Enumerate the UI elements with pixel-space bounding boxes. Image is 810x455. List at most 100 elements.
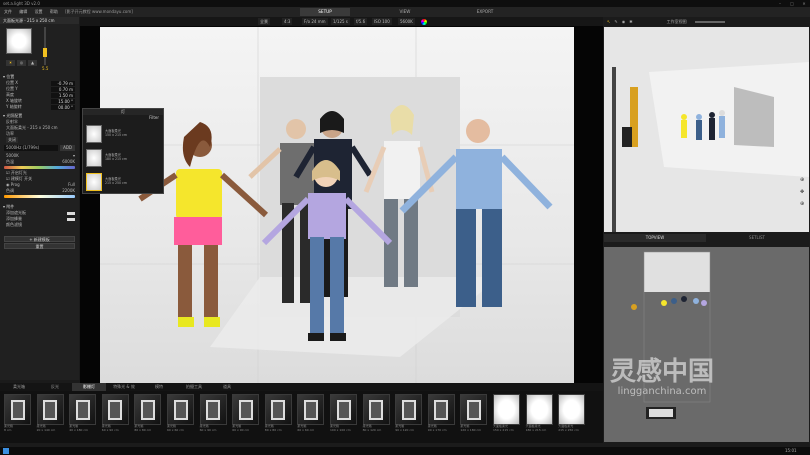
topview-panel[interactable] [604, 247, 809, 442]
studio-scene-graphic [100, 27, 574, 383]
menu-help[interactable]: 帮助 [50, 9, 58, 14]
kelvin-input[interactable]: 5000Hz (1/799s) [4, 145, 59, 151]
tab-reflector[interactable]: 反光 [38, 383, 72, 391]
bulb-icon[interactable]: ✱ [629, 19, 632, 24]
iso-select[interactable]: ISO 100 [372, 18, 392, 25]
studio-render[interactable] [100, 27, 574, 383]
windows-start-icon[interactable] [3, 448, 9, 454]
library-item[interactable]: 大面板柔光 150 x 215 cm [493, 394, 522, 432]
popup-item[interactable]: 大面板柔光 215 x 250 cm [105, 177, 127, 185]
flash-icon[interactable]: ▲ [28, 60, 37, 66]
menu-settings[interactable]: 设置 [35, 9, 43, 14]
add-button[interactable]: ADD [60, 145, 75, 151]
title-bar: set.a.light 3D v2.0 – □ ✕ [0, 0, 810, 7]
view-mode-select[interactable]: 全景 [258, 18, 270, 25]
tab-studio-light[interactable]: 影棚灯 [72, 383, 106, 391]
kelvin-range-labels: 色温 6000K [6, 159, 75, 164]
softbox-thumbnail [4, 394, 31, 425]
library-item[interactable]: 柔光箱 40 x 180 cm [69, 394, 98, 432]
library-item[interactable]: 柔光箱 90 x 170 cm [427, 394, 457, 432]
taskbar-clock: 15:01 [785, 448, 797, 453]
mode-row[interactable]: 关闭 [0, 137, 79, 143]
panel-header: 大面板光源 - 215 x 250 cm [0, 17, 79, 24]
rot-y-input[interactable]: 00.00 ° [51, 104, 75, 110]
softbox-shape [303, 400, 318, 420]
tab-topview[interactable]: TOPVIEW [604, 234, 706, 242]
camera-toolbar: 全景 4:3 F/o 24 mm 1/125 s f/5.6 ISO 100 5… [80, 17, 603, 26]
eye-icon[interactable]: ◉ [622, 19, 626, 24]
library-item[interactable]: 柔光箱 90 x 120 cm [395, 394, 424, 432]
library-item[interactable]: 柔光箱 60 x 90 cm [232, 394, 261, 432]
sun-icon[interactable]: ☀ [6, 60, 15, 66]
tab-export[interactable]: EXPORT [460, 8, 510, 16]
tab-softbox[interactable]: 柔光箱 [0, 383, 38, 391]
popup-item[interactable]: 大面板柔光 180 x 215 cm [105, 153, 127, 161]
softbox-thumb-selected[interactable] [86, 173, 102, 191]
topview-graphic [631, 251, 711, 419]
library-item[interactable]: 柔光箱 100 x 100 cm [330, 394, 359, 432]
maximize-icon[interactable]: □ [787, 0, 797, 7]
menu-edit[interactable]: 编辑 [19, 9, 27, 14]
library-item[interactable]: 大面板柔光 215 x 250 cm [558, 394, 587, 432]
color-slider[interactable] [4, 166, 75, 169]
library-item[interactable]: 柔光箱 20 x 140 cm [36, 394, 66, 432]
close-icon[interactable]: ✕ [799, 0, 809, 7]
white-balance-select[interactable]: 5600K [398, 18, 415, 25]
pan-icon[interactable]: ✥ [800, 189, 804, 195]
filter-button[interactable]: Filter [83, 115, 163, 121]
tab-special-effects[interactable]: 特殊光 & 效 [106, 383, 142, 391]
softbox-thumb[interactable] [86, 149, 102, 167]
position-y-input[interactable]: 0.70 m [51, 86, 75, 92]
library-item[interactable]: 柔光箱 80 x 80 cm [134, 394, 163, 432]
rot-x-input[interactable]: 15.00 ° [51, 98, 75, 104]
library-item[interactable]: 柔光箱 80 x 80 cm [264, 394, 294, 432]
color-wheel-icon[interactable] [421, 18, 427, 25]
brush-icon[interactable]: ✎ [614, 19, 617, 24]
power-slider-thumb[interactable] [43, 48, 47, 57]
tab-setlist[interactable]: SETLIST [706, 234, 808, 242]
aperture-select[interactable]: f/5.6 [354, 18, 368, 25]
height-input[interactable]: 1.50 m [51, 92, 75, 98]
library-item[interactable]: 柔光箱 60 x 90 cm [199, 394, 229, 432]
softbox-shape [466, 400, 481, 420]
reset-button[interactable]: 重置 [4, 243, 75, 249]
tab-props[interactable]: 道具 [212, 383, 242, 391]
focal-length-select[interactable]: F/o 24 mm [302, 18, 328, 25]
library-item[interactable]: 柔光箱 60 x 60 cm [297, 394, 326, 432]
tab-tools[interactable]: 拍摄工具 [176, 383, 212, 391]
popup-item[interactable]: 大面板柔光 150 x 215 cm [105, 129, 127, 137]
effect-c-row[interactable]: 颜色滤镜 [0, 222, 79, 228]
library-item[interactable]: 柔光箱 60 x 90 cm [101, 394, 131, 432]
minimize-icon[interactable]: – [775, 0, 785, 7]
tab-models[interactable]: 模特 [142, 383, 176, 391]
power-slider-track[interactable] [44, 27, 46, 65]
library-item[interactable]: 柔光箱 80 x 120 cm [362, 394, 392, 432]
orbit-icon[interactable]: ⊕ [800, 177, 804, 183]
tab-view[interactable]: VIEW [380, 8, 430, 16]
aspect-select[interactable]: 4:3 [282, 18, 293, 25]
library-item[interactable]: 柔光箱 60 x 60 cm [167, 394, 196, 432]
cursor-icon[interactable]: ↖ [607, 19, 610, 24]
studio-3d-view[interactable]: ⊕ ✥ ⊕ [604, 27, 809, 232]
website-label: [影子开元教程 www.mondayu.com] [65, 9, 133, 14]
menu-file[interactable]: 文件 [4, 9, 12, 14]
shutter-select[interactable]: 1/125 s [331, 18, 350, 25]
library-item[interactable]: 大面板柔光 180 x 215 cm [525, 394, 555, 432]
zoom-slider[interactable] [694, 20, 725, 23]
library-item[interactable]: 柔光箱 8 cm [4, 394, 33, 432]
softbox-shape [271, 400, 286, 420]
softbox-thumb[interactable] [86, 125, 102, 143]
power-value: 5.5 [42, 66, 49, 71]
bulb-icon[interactable]: ◎ [17, 60, 26, 66]
hue-slider[interactable] [4, 195, 75, 198]
library-item[interactable]: 柔光箱 120 x 180 cm [460, 394, 489, 432]
light-preview [6, 28, 32, 54]
position-x-input[interactable]: -0.79 m [51, 80, 75, 86]
tab-setup[interactable]: SETUP [300, 8, 350, 16]
softbox-shape [238, 400, 253, 420]
zoom-icon[interactable]: ⊕ [800, 201, 804, 207]
softbox-shape [108, 400, 123, 420]
add-template-button[interactable]: + 新建模板 [4, 236, 75, 242]
softbox-thumbnail [134, 394, 162, 425]
softbox-shape [75, 400, 90, 420]
